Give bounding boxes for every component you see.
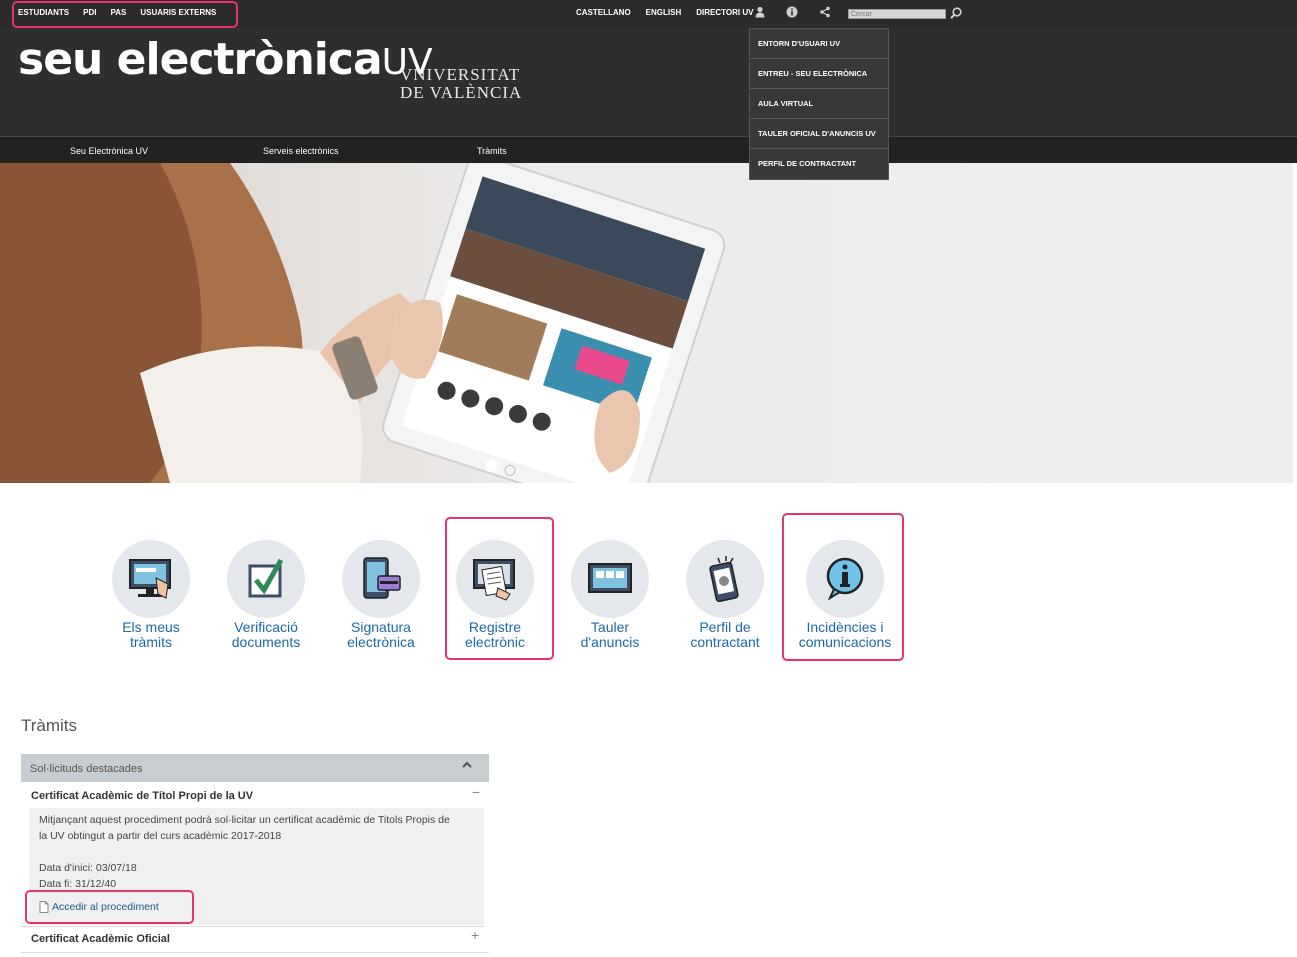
service-label: Registre electrònic <box>465 619 525 650</box>
monitor-document-icon <box>456 540 534 618</box>
info-icon[interactable] <box>785 6 799 20</box>
search-icon[interactable] <box>949 6 963 20</box>
menu-item-perfil-contractant[interactable]: PERFIL DE CONTRACTANT <box>750 149 888 179</box>
service-label: Perfil de contractant <box>690 619 760 650</box>
divider <box>21 926 484 927</box>
checkbox-icon <box>227 540 305 618</box>
service-label: Els meus tràmits <box>122 619 180 650</box>
tramit-start-date: Data d'inici: 03/07/18 <box>39 862 137 874</box>
chevron-up-icon[interactable] <box>461 759 473 771</box>
link-pdi[interactable]: PDI <box>83 8 96 17</box>
search-input[interactable] <box>848 9 946 19</box>
logo-text: seu electrònica <box>18 34 383 85</box>
phone-alert-icon <box>686 540 764 618</box>
tramit-description-line1: Mitjançant aquest procediment podrà sol·… <box>39 814 450 826</box>
share-icon[interactable] <box>818 6 832 20</box>
service-incidencies-comunicacions[interactable]: Incidències i comunicacions <box>785 540 905 650</box>
info-bubble-icon <box>806 540 884 618</box>
tablet-card-icon <box>342 540 420 618</box>
menu-item-tauler-oficial[interactable]: TAULER OFICIAL D'ANUNCIS UV <box>750 119 888 149</box>
hero-image <box>0 163 726 483</box>
link-english[interactable]: ENGLISH <box>646 8 682 17</box>
collapse-icon[interactable]: − <box>472 784 480 800</box>
menu-item-aula-virtual[interactable]: AULA VIRTUAL <box>750 89 888 119</box>
link-directori[interactable]: DIRECTORI UV <box>696 8 753 17</box>
site-logo[interactable]: seu electrònicaUV <box>18 38 433 85</box>
menu-item-entreu[interactable]: ENTREU - SEU ELECTRÒNICA <box>750 59 888 89</box>
tramit-description-line2: la UV obtingut a partir del curs acadèmi… <box>39 830 282 842</box>
document-icon <box>39 901 49 913</box>
university-line1: VNIVERSITAT <box>400 65 521 84</box>
tramit-end-date: Data fi: 31/12/40 <box>39 878 117 890</box>
service-label: Verificació documents <box>231 619 301 650</box>
divider <box>21 952 489 953</box>
user-icon[interactable] <box>753 6 767 20</box>
audience-links: ESTUDIANTS PDI PAS USUARIS EXTERNS <box>18 8 216 17</box>
main-nav: Seu Electrònica UV Serveis electrònics T… <box>0 136 1297 163</box>
service-tauler-anuncis[interactable]: Tauler d'anuncis <box>550 540 670 650</box>
university-line2: DE VALÈNCIA <box>400 83 523 102</box>
hero-banner <box>0 163 1293 483</box>
university-logo[interactable]: VNIVERSITAT DE VALÈNCIA <box>400 66 522 102</box>
link-usuaris-externs[interactable]: USUARIS EXTERNS <box>140 8 216 17</box>
menu-item-entorn-usuari[interactable]: ENTORN D'USUARI UV <box>750 29 888 59</box>
accedir-procediment-label: Accedir al procediment <box>52 901 159 913</box>
service-verificacio-documents[interactable]: Verificació documents <box>206 540 326 650</box>
top-bar: ESTUDIANTS PDI PAS USUARIS EXTERNS CASTE… <box>0 0 1297 28</box>
panel-title: Sol·licituds destacades <box>30 763 143 775</box>
user-dropdown-menu: ENTORN D'USUARI UV ENTREU - SEU ELECTRÒN… <box>749 28 889 180</box>
nav-seu-electronica[interactable]: Seu Electrònica UV <box>70 146 148 156</box>
link-estudiants[interactable]: ESTUDIANTS <box>18 8 69 17</box>
service-registre-electronic[interactable]: Registre electrònic <box>435 540 555 650</box>
nav-tramits[interactable]: Tràmits <box>477 146 507 156</box>
accedir-procediment-link[interactable]: Accedir al procediment <box>39 901 159 913</box>
expand-icon[interactable]: + <box>471 927 479 943</box>
link-pas[interactable]: PAS <box>110 8 126 17</box>
service-perfil-contractant[interactable]: Perfil de contractant <box>665 540 785 650</box>
monitor-hand-icon <box>112 540 190 618</box>
service-label: Incidències i comunicacions <box>798 619 892 650</box>
tramit-item-academic-oficial[interactable]: Certificat Acadèmic Oficial <box>31 933 170 945</box>
tramit-item-titol-propi[interactable]: Certificat Acadèmic de Títol Propi de la… <box>31 790 253 802</box>
utility-links: CASTELLANO ENGLISH DIRECTORI UV <box>576 8 753 17</box>
service-signatura-electronica[interactable]: Signatura electrònica <box>321 540 441 650</box>
service-els-meus-tramits[interactable]: Els meus tràmits <box>91 540 211 650</box>
nav-serveis-electronics[interactable]: Serveis electrònics <box>263 146 339 156</box>
link-castellano[interactable]: CASTELLANO <box>576 8 631 17</box>
noticeboard-icon <box>571 540 649 618</box>
carousel-dot[interactable] <box>485 460 497 472</box>
service-label: Signatura electrònica <box>347 619 415 650</box>
panel-sollicituds-destacades[interactable]: Sol·licituds destacades <box>21 754 489 782</box>
tramits-heading: Tràmits <box>21 716 78 735</box>
service-label: Tauler d'anuncis <box>580 619 640 650</box>
